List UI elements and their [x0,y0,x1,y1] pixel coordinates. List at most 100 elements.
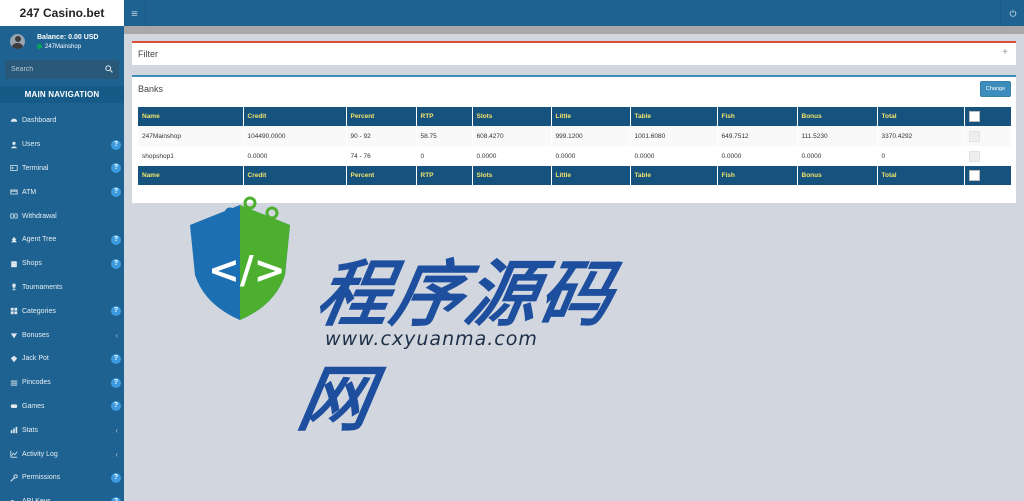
table-cell: 608.4270 [472,126,552,146]
column-header[interactable]: Fish [717,166,798,185]
sidebar-item-agent-tree[interactable]: Agent Tree? [0,228,124,252]
sidebar-item-label: Bonuses [22,331,50,339]
row-checkbox[interactable] [968,130,980,142]
column-header[interactable]: Table [630,107,718,126]
column-header[interactable]: Bonus [797,166,878,185]
search-icon[interactable] [105,64,113,75]
table-cell: 0.0000 [243,146,347,166]
sidebar-item-bonuses[interactable]: Bonuses ‹ [0,323,124,347]
filter-panel: Filter + [132,41,1016,65]
sidebar-item-permissions[interactable]: Permissions? [0,466,124,490]
banks-title: Banks [138,84,164,94]
sidebar-item-atm[interactable]: ATM? [0,180,124,204]
avatar [10,34,25,49]
column-header[interactable]: Percent [346,107,417,126]
chevron-left-icon[interactable]: ‹ [115,426,118,435]
column-header[interactable]: Slots [472,166,552,185]
column-header[interactable]: Total [877,166,965,185]
users-icon [9,140,18,149]
select-all-cell [964,107,1012,126]
table-cell: 649.7512 [717,126,798,146]
online-status-icon [37,44,42,49]
activity-log-icon [9,450,18,459]
sidebar-item-api-keys[interactable]: API Keys? [0,490,124,501]
stats-icon [9,426,18,435]
column-header[interactable]: Credit [243,107,347,126]
column-header[interactable]: Little [551,166,631,185]
sidebar-item-games[interactable]: Games? [0,395,124,419]
column-header[interactable]: Name [138,166,244,185]
user-info: Balance: 0.00 USD 247Mainshop [37,34,98,50]
sidebar-item-activity-log[interactable]: Activity Log ‹ [0,442,124,466]
sidebar-item-dashboard[interactable]: Dashboard [0,109,124,133]
column-header[interactable]: Percent [346,166,417,185]
column-header[interactable]: Name [138,107,244,126]
help-icon[interactable]: ? [111,139,121,150]
withdrawal-icon [9,212,18,221]
table-footer-row: Name Credit Percent RTP Slots Little Table Fish… [138,166,1012,185]
sidebar-item-categories[interactable]: Categories? [0,299,124,323]
sidebar-item-label: Categories [22,307,56,315]
sidebar-item-users[interactable]: Users? [0,133,124,157]
filter-expand-button[interactable]: + [1002,47,1008,58]
help-icon[interactable]: ? [111,496,121,501]
column-header[interactable]: Total [877,107,965,126]
help-icon[interactable]: ? [111,472,121,483]
select-all-checkbox[interactable] [968,111,980,122]
sidebar-item-pincodes[interactable]: Pincodes? [0,371,124,395]
column-header[interactable]: Little [551,107,631,126]
trophy-icon [9,283,18,292]
table-header-row: Name Credit Percent RTP Slots Little Table Fish… [138,107,1012,126]
sidebar-item-label: ATM [22,188,37,196]
shops-icon [9,259,18,268]
sidebar-item-tournaments[interactable]: Tournaments [0,276,124,300]
user-name: 247Mainshop [45,43,82,50]
terminal-icon [9,164,18,173]
sidebar-toggle-button[interactable] [124,0,146,26]
table-cell: shopshop1 [138,146,244,166]
search-input[interactable] [11,66,91,73]
table-cell: 111.5230 [797,126,878,146]
column-header[interactable]: Fish [717,107,798,126]
sidebar-item-stats[interactable]: Stats ‹ [0,418,124,442]
column-header[interactable]: Bonus [797,107,878,126]
chevron-left-icon[interactable]: ‹ [115,331,118,340]
hamburger-icon [131,10,138,16]
sidebar-item-withdrawal[interactable]: Withdrawal [0,204,124,228]
brand-logo[interactable]: 247 Casino.bet [0,0,124,26]
help-icon[interactable]: ? [111,377,121,388]
dashboard-icon [9,116,18,125]
table-cell: 90 - 92 [346,126,417,146]
sidebar-item-terminal[interactable]: Terminal? [0,157,124,181]
table-cell: 3370.4292 [877,126,965,146]
row-checkbox[interactable] [968,150,980,162]
table-cell: 0.0000 [472,146,552,166]
column-header[interactable]: RTP [416,166,473,185]
sidebar-item-shops[interactable]: Shops? [0,252,124,276]
banks-panel: Banks Change Name Credit Percent RTP Slots Li… [132,75,1016,203]
sidebar-item-label: Shops [22,260,42,268]
help-icon[interactable]: ? [111,306,121,317]
help-icon[interactable]: ? [111,163,121,174]
column-header[interactable]: Slots [472,107,552,126]
help-icon[interactable]: ? [111,234,121,245]
sidebar-item-label: Users [22,141,41,149]
sidebar-item-jack-pot[interactable]: Jack Pot? [0,347,124,371]
help-icon[interactable]: ? [111,353,121,364]
chevron-left-icon[interactable]: ‹ [115,450,118,459]
change-button[interactable]: Change [980,81,1011,97]
help-icon[interactable]: ? [111,258,121,269]
games-icon [9,402,18,411]
help-icon[interactable]: ? [111,187,121,198]
user-balance: Balance: 0.00 USD [37,33,99,41]
logout-button[interactable] [1000,0,1024,26]
table-cell: 247Mainshop [138,126,244,146]
user-status: 247Mainshop [37,44,98,50]
column-header[interactable]: RTP [416,107,473,126]
table-row: shopshop1 0.0000 74 - 76 0 0.0000 0.0000 0.000… [138,146,1012,166]
atm-icon [9,188,18,197]
column-header[interactable]: Table [630,166,718,185]
column-header[interactable]: Credit [243,166,347,185]
help-icon[interactable]: ? [111,401,121,412]
select-all-checkbox[interactable] [968,170,980,181]
